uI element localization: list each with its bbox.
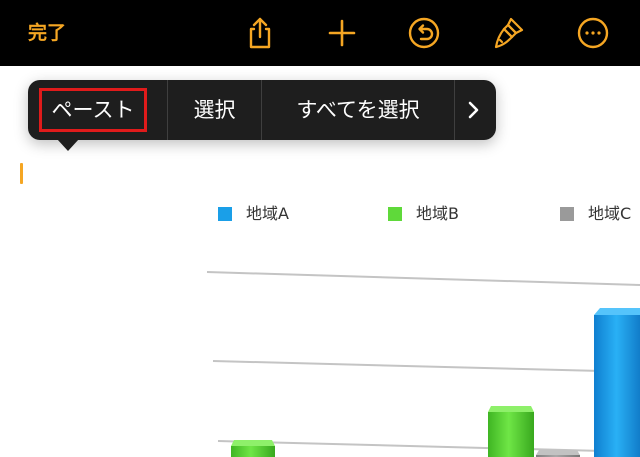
chevron-right-icon[interactable] [462, 99, 484, 121]
menu-separator [454, 80, 455, 140]
toolbar: 完了 [0, 0, 640, 66]
gridline [206, 271, 640, 286]
bar-region-b [231, 440, 275, 457]
text-cursor [20, 163, 23, 184]
legend-label: 地域B [416, 204, 459, 223]
select-all-menu-item[interactable]: すべてを選択 [262, 80, 454, 140]
legend-label: 地域C [588, 204, 632, 223]
popup-pointer [57, 139, 79, 151]
legend-swatch [218, 207, 232, 221]
bar-chart [206, 271, 640, 457]
done-button[interactable]: 完了 [28, 19, 66, 47]
gridline [212, 360, 640, 373]
bar-region-b [488, 406, 534, 457]
legend-swatch [560, 207, 574, 221]
share-icon[interactable] [243, 16, 277, 50]
legend-label: 地域A [246, 204, 289, 223]
undo-icon[interactable] [407, 16, 441, 50]
format-brush-icon[interactable] [491, 16, 525, 50]
select-menu-item[interactable]: 選択 [168, 80, 261, 140]
bar-region-a [594, 308, 640, 457]
bar-region-c [536, 450, 580, 457]
legend-swatch [388, 207, 402, 221]
edit-menu-popup: ペースト 選択 すべてを選択 [28, 80, 496, 140]
paste-menu-item[interactable]: ペースト [39, 80, 147, 140]
more-icon[interactable] [576, 16, 610, 50]
add-icon[interactable] [325, 16, 359, 50]
